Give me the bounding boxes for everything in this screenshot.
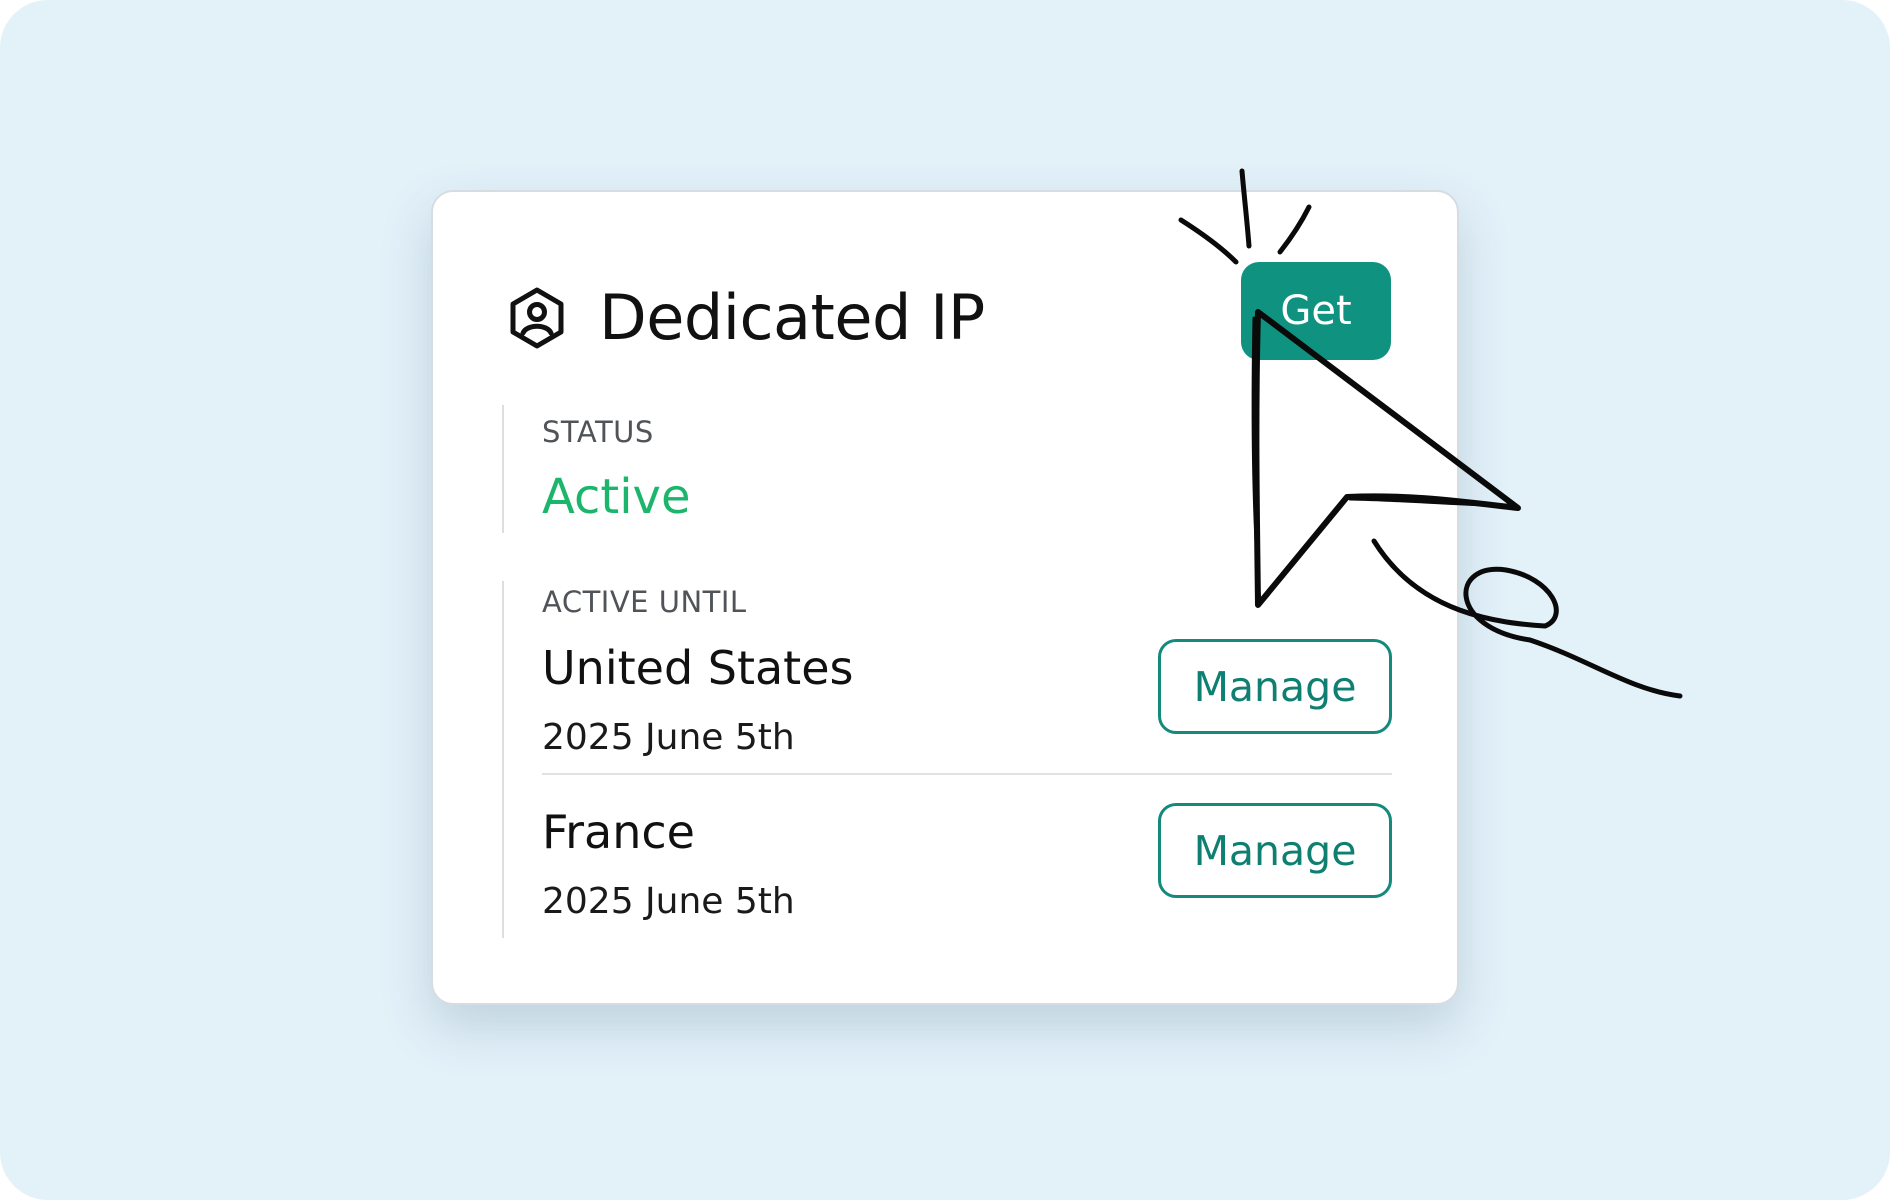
manage-button-france[interactable]: Manage bbox=[1158, 803, 1392, 898]
active-until-section: ACTIVE UNTIL United States 2025 June 5th… bbox=[502, 581, 1392, 938]
location-country: France bbox=[542, 805, 695, 859]
location-country: United States bbox=[542, 641, 854, 695]
card-title: Dedicated IP bbox=[599, 281, 985, 354]
location-row-united-states: United States 2025 June 5th Manage bbox=[542, 631, 1392, 781]
page-background: Dedicated IP Get STATUS Active ACTIVE UN… bbox=[0, 0, 1890, 1200]
card-header: Dedicated IP bbox=[509, 278, 985, 358]
get-button[interactable]: Get bbox=[1241, 262, 1391, 360]
active-until-label: ACTIVE UNTIL bbox=[542, 585, 747, 619]
manage-button-united-states[interactable]: Manage bbox=[1158, 639, 1392, 734]
status-value: Active bbox=[542, 469, 691, 525]
row-divider bbox=[542, 773, 1392, 775]
location-date: 2025 June 5th bbox=[542, 881, 795, 922]
dedicated-ip-card: Dedicated IP Get STATUS Active ACTIVE UN… bbox=[431, 190, 1459, 1005]
location-date: 2025 June 5th bbox=[542, 717, 795, 758]
status-label: STATUS bbox=[542, 415, 654, 449]
dedicated-ip-icon bbox=[510, 287, 564, 349]
location-row-france: France 2025 June 5th Manage bbox=[542, 795, 1392, 945]
status-section: STATUS Active bbox=[502, 405, 1402, 533]
